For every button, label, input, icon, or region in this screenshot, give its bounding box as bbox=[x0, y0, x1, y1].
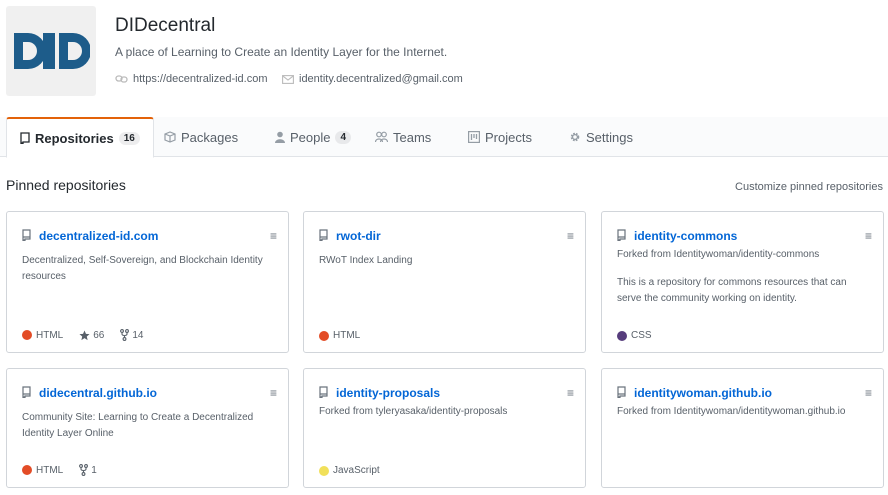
tab-teams[interactable]: Teams bbox=[375, 117, 431, 157]
language-color-dot bbox=[22, 330, 32, 340]
repo-description: This is a repository for commons resourc… bbox=[617, 277, 847, 304]
tab-projects[interactable]: Projects bbox=[468, 117, 532, 157]
repo-icon bbox=[319, 386, 328, 398]
repo-icon bbox=[22, 229, 31, 241]
repo-meta: HTML 66 14 bbox=[22, 329, 143, 341]
drag-handle-icon[interactable]: ≡ bbox=[865, 230, 872, 242]
repo-meta: CSS bbox=[617, 330, 652, 341]
org-name: DIDecentral bbox=[115, 15, 216, 36]
tab-label: Settings bbox=[586, 129, 633, 145]
repo-name-link[interactable]: decentralized-id.com bbox=[39, 229, 158, 243]
people-icon bbox=[375, 131, 388, 143]
repo-description: Community Site: Learning to Create a Dec… bbox=[22, 412, 254, 439]
repo-name-link[interactable]: didecentral.github.io bbox=[39, 386, 157, 400]
star-count: 66 bbox=[93, 329, 105, 341]
repo-meta: JavaScript bbox=[319, 465, 380, 476]
repo-icon bbox=[20, 132, 30, 144]
repo-count-badge: 16 bbox=[118, 131, 140, 145]
org-email[interactable]: identity.decentralized@gmail.com bbox=[282, 73, 463, 85]
forked-from-text[interactable]: Forked from Identitywoman/identity-commo… bbox=[617, 249, 819, 260]
org-website[interactable]: https://decentralized-id.com bbox=[115, 73, 268, 85]
pinned-repo-card: didecentral.github.io ≡ Community Site: … bbox=[6, 368, 289, 488]
org-avatar[interactable] bbox=[6, 6, 96, 96]
forked-from-text[interactable]: Forked from tyleryasaka/identity-proposa… bbox=[319, 406, 507, 417]
repo-description: Decentralized, Self-Sovereign, and Block… bbox=[22, 255, 263, 282]
star-icon bbox=[79, 329, 90, 340]
tab-label: Repositories bbox=[35, 130, 114, 146]
people-count-badge: 4 bbox=[335, 130, 352, 144]
link-icon bbox=[115, 75, 128, 83]
tab-label: Packages bbox=[181, 129, 239, 145]
pinned-repo-card: identity-proposals ≡ Forked from tylerya… bbox=[303, 368, 586, 488]
mail-icon bbox=[282, 74, 294, 84]
language-color-dot bbox=[22, 465, 32, 475]
org-website-link[interactable]: https://decentralized-id.com bbox=[133, 73, 268, 85]
repo-name-link[interactable]: identitywoman.github.io bbox=[634, 386, 772, 400]
forked-from-text[interactable]: Forked from Identitywoman/identitywoman.… bbox=[617, 406, 845, 417]
pinned-repo-card: identity-commons ≡ Forked from Identityw… bbox=[601, 211, 884, 353]
project-icon bbox=[468, 131, 480, 143]
person-icon bbox=[275, 131, 285, 143]
tab-label: Projects bbox=[485, 129, 532, 145]
tab-settings[interactable]: Settings bbox=[569, 117, 633, 157]
pinned-repo-card: identitywoman.github.io ≡ Forked from Id… bbox=[601, 368, 884, 488]
language-color-dot bbox=[319, 330, 329, 341]
tab-packages[interactable]: Packages bbox=[164, 117, 238, 157]
repo-language: HTML bbox=[36, 464, 64, 476]
pinned-repos-heading: Pinned repositories bbox=[6, 177, 126, 193]
repo-icon bbox=[617, 229, 626, 241]
language-color-dot bbox=[319, 465, 329, 476]
fork-icon bbox=[120, 329, 130, 341]
drag-handle-icon[interactable]: ≡ bbox=[567, 230, 574, 242]
drag-handle-icon[interactable]: ≡ bbox=[865, 387, 872, 399]
pinned-repo-card: rwot-dir ≡ RWoT Index Landing HTML bbox=[303, 211, 586, 353]
tab-label: People bbox=[290, 129, 331, 145]
repo-meta: HTML 1 bbox=[22, 464, 97, 476]
tab-people[interactable]: People 4 bbox=[275, 117, 352, 157]
drag-handle-icon[interactable]: ≡ bbox=[270, 387, 277, 399]
fork-count: 14 bbox=[132, 329, 144, 341]
org-description: A place of Learning to Create an Identit… bbox=[115, 45, 448, 59]
package-icon bbox=[164, 131, 176, 143]
repo-name-link[interactable]: identity-commons bbox=[634, 229, 737, 243]
did-logo-icon bbox=[14, 33, 90, 69]
drag-handle-icon[interactable]: ≡ bbox=[567, 387, 574, 399]
repo-forks-link[interactable]: 14 bbox=[120, 329, 143, 341]
repo-icon bbox=[22, 386, 31, 398]
repo-stars-link[interactable]: 66 bbox=[79, 330, 104, 341]
pinned-repo-card: decentralized-id.com ≡ Decentralized, Se… bbox=[6, 211, 289, 353]
repo-name-link[interactable]: rwot-dir bbox=[336, 229, 381, 243]
language-color-dot bbox=[617, 330, 627, 341]
org-nav-tabs: Repositories 16 Packages People 4 Teams … bbox=[0, 117, 888, 158]
repo-language: HTML bbox=[333, 330, 361, 341]
fork-count: 1 bbox=[91, 464, 97, 476]
drag-handle-icon[interactable]: ≡ bbox=[270, 230, 277, 242]
repo-name-link[interactable]: identity-proposals bbox=[336, 386, 440, 400]
repo-icon bbox=[319, 229, 328, 241]
tab-repositories[interactable]: Repositories 16 bbox=[6, 117, 154, 158]
repo-language: CSS bbox=[631, 330, 652, 341]
repo-language: JavaScript bbox=[333, 465, 380, 476]
repo-meta: HTML bbox=[319, 330, 360, 341]
tab-label: Teams bbox=[393, 129, 432, 145]
customize-pinned-link[interactable]: Customize pinned repositories bbox=[735, 181, 883, 193]
repo-icon bbox=[617, 386, 626, 398]
gear-icon bbox=[570, 132, 580, 142]
org-email-link[interactable]: identity.decentralized@gmail.com bbox=[299, 73, 463, 85]
fork-icon bbox=[79, 464, 89, 476]
repo-language: HTML bbox=[36, 329, 64, 341]
repo-forks-link[interactable]: 1 bbox=[79, 464, 97, 476]
repo-description: RWoT Index Landing bbox=[319, 255, 413, 266]
